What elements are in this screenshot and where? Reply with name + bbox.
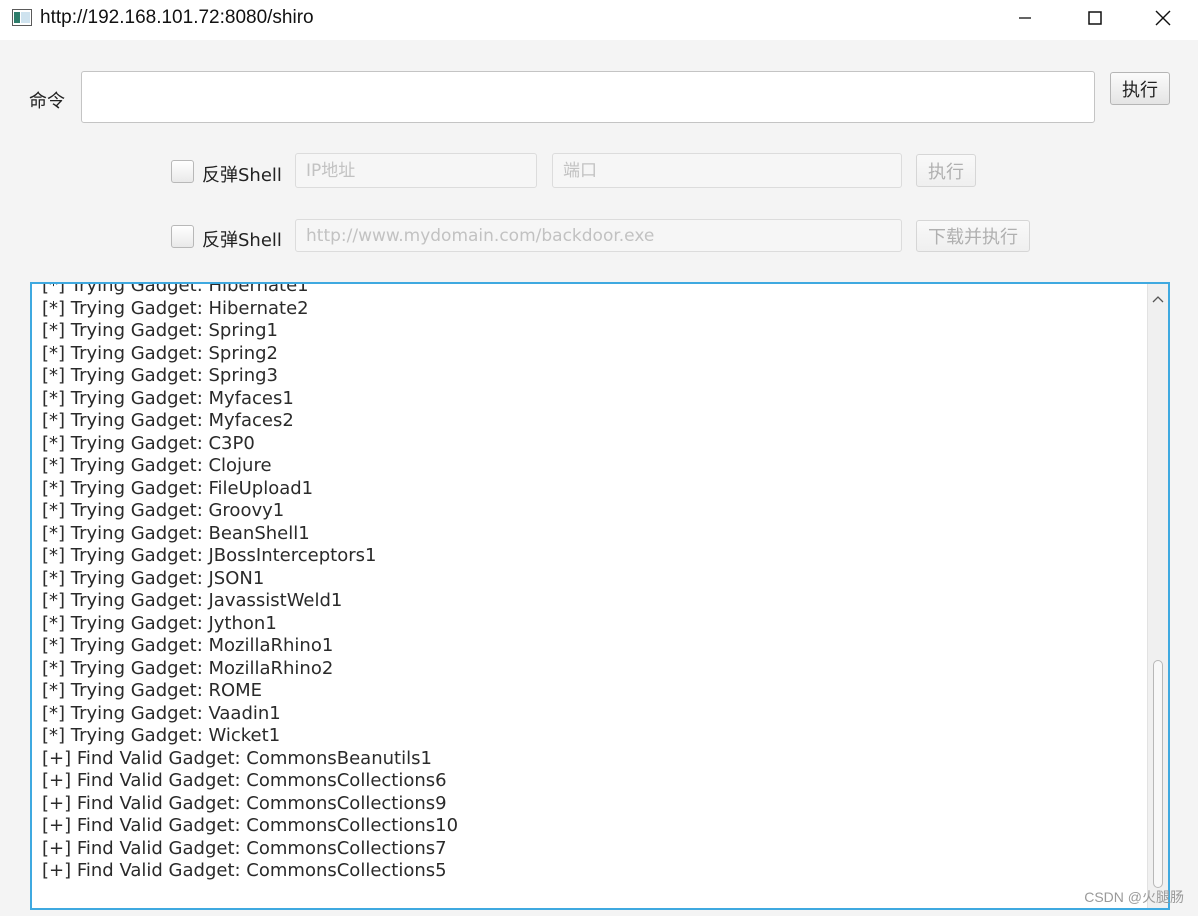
command-execute-button[interactable]: 执行 — [1110, 72, 1170, 105]
log-line: [*] Trying Gadget: Spring1 — [42, 320, 279, 341]
log-line: [*] Trying Gadget: MozillaRhino1 — [42, 635, 334, 656]
scroll-up-icon[interactable] — [1152, 288, 1164, 307]
maximize-button[interactable] — [1060, 0, 1130, 40]
ip-address-input[interactable] — [295, 153, 537, 188]
download-execute-button[interactable]: 下载并执行 — [916, 220, 1030, 252]
port-input[interactable] — [552, 153, 902, 188]
log-line: [*] Trying Gadget: Clojure — [42, 455, 272, 476]
watermark: CSDN @火腿肠 — [1084, 889, 1184, 905]
window-title: http://192.168.101.72:8080/shiro — [40, 7, 314, 28]
log-line: [*] Trying Gadget: Hibernate1 — [42, 282, 309, 296]
log-line: [+] Find Valid Gadget: CommonsBeanutils1 — [42, 747, 432, 769]
log-line: [+] Find Valid Gadget: CommonsCollection… — [42, 792, 447, 814]
vertical-scrollbar[interactable] — [1147, 284, 1168, 908]
close-icon — [1154, 9, 1172, 31]
java-app-icon — [12, 9, 32, 26]
maximize-icon — [1087, 10, 1103, 30]
reverse-shell-execute-button[interactable]: 执行 — [916, 154, 976, 187]
log-line: [*] Trying Gadget: MozillaRhino2 — [42, 657, 334, 679]
log-line: [*] Trying Gadget: Groovy1 — [42, 500, 285, 521]
log-line: [*] Trying Gadget: JavassistWeld1 — [42, 590, 343, 611]
minimize-icon — [1017, 10, 1033, 30]
command-input[interactable] — [81, 71, 1095, 123]
output-log: [*] Trying Gadget: Hibernate1 [*] Trying … — [42, 282, 459, 883]
log-line: [+] Find Valid Gadget: CommonsCollection… — [42, 860, 447, 881]
log-line: [*] Trying Gadget: Myfaces1 — [42, 387, 294, 409]
log-line: [*] Trying Gadget: FileUpload1 — [42, 477, 314, 499]
log-line: [+] Find Valid Gadget: CommonsCollection… — [42, 837, 447, 859]
log-line: [*] Trying Gadget: Spring3 — [42, 365, 279, 386]
log-line: [*] Trying Gadget: Jython1 — [42, 612, 277, 634]
title-bar[interactable]: http://192.168.101.72:8080/shiro — [0, 0, 1198, 40]
log-line: [*] Trying Gadget: Spring2 — [42, 342, 279, 364]
log-line: [*] Trying Gadget: Wicket1 — [42, 725, 281, 746]
log-line: [*] Trying Gadget: Myfaces2 — [42, 410, 294, 431]
url-input[interactable] — [295, 219, 902, 252]
log-line: [+] Find Valid Gadget: CommonsCollection… — [42, 815, 459, 836]
reverse-shell-label: 反弹Shell — [202, 165, 282, 186]
log-line: [*] Trying Gadget: JSON1 — [42, 567, 265, 589]
log-line: [*] Trying Gadget: Vaadin1 — [42, 702, 281, 724]
download-exec-label: 反弹Shell — [202, 230, 282, 251]
log-line: [*] Trying Gadget: BeanShell1 — [42, 522, 310, 544]
scrollbar-thumb[interactable] — [1153, 660, 1163, 888]
log-line: [*] Trying Gadget: JBossInterceptors1 — [42, 545, 377, 566]
command-label: 命令 — [29, 91, 65, 112]
minimize-button[interactable] — [990, 0, 1060, 40]
reverse-shell-checkbox[interactable] — [171, 160, 194, 183]
close-button[interactable] — [1128, 0, 1198, 40]
log-line: [*] Trying Gadget: Hibernate2 — [42, 297, 309, 319]
log-line: [*] Trying Gadget: C3P0 — [42, 432, 255, 454]
log-line: [*] Trying Gadget: ROME — [42, 680, 263, 701]
output-textarea[interactable]: [*] Trying Gadget: Hibernate1 [*] Trying … — [30, 282, 1170, 910]
download-exec-checkbox[interactable] — [171, 225, 194, 248]
log-line: [+] Find Valid Gadget: CommonsCollection… — [42, 770, 447, 791]
